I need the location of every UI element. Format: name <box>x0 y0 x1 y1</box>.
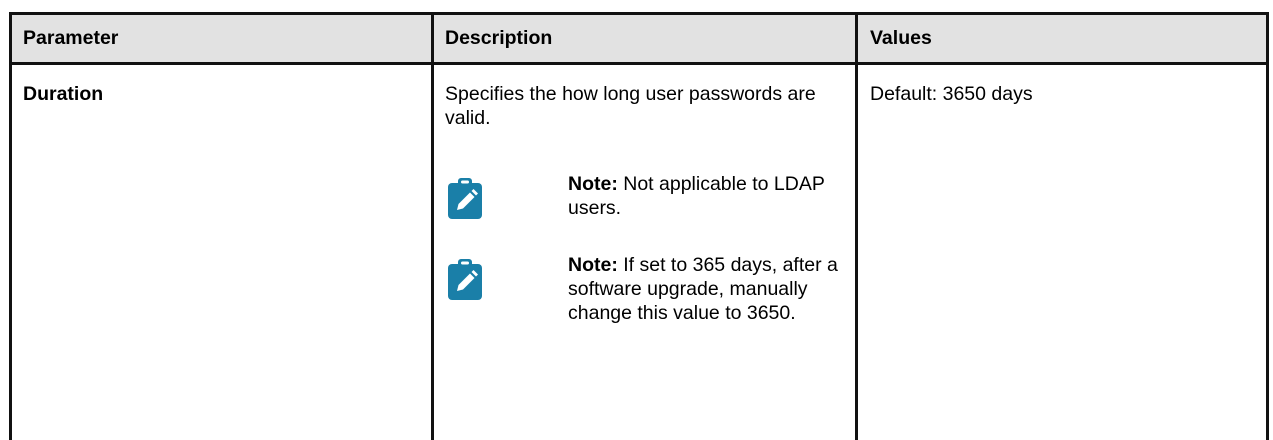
parameter-table: Parameter Description Values Duration Sp… <box>9 12 1269 440</box>
header-parameter: Parameter <box>23 27 119 49</box>
note-label: Note: <box>568 254 618 276</box>
cell-parameter: Duration <box>23 83 104 105</box>
note-label: Note: <box>568 173 618 195</box>
column-divider <box>855 15 858 440</box>
note-clipboard-pencil-icon <box>448 259 482 300</box>
column-divider <box>431 15 434 440</box>
note-clipboard-pencil-icon <box>448 178 482 219</box>
cell-description: Specifies the how long user passwords ar… <box>445 83 816 129</box>
table-header-row: Parameter Description Values <box>12 15 1266 65</box>
header-values: Values <box>870 27 932 49</box>
note-text: Note: If set to 365 days, after a softwa… <box>568 253 853 325</box>
cell-values: Default: 3650 days <box>870 83 1033 105</box>
note-text: Note: Not applicable to LDAP users. <box>568 172 853 220</box>
header-description: Description <box>445 27 553 49</box>
